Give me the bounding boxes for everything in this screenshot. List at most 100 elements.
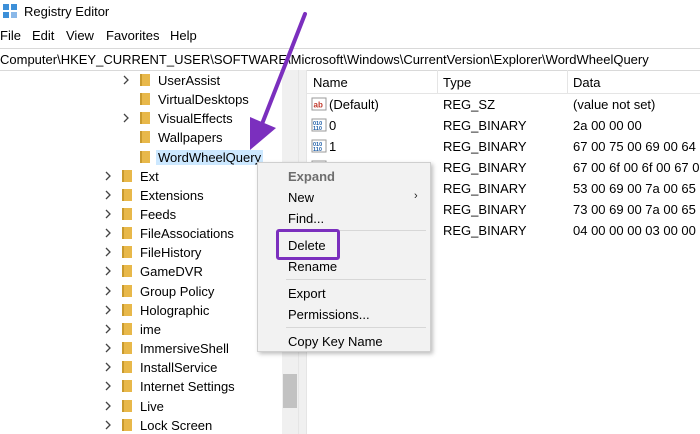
menu-file[interactable]: File bbox=[0, 28, 21, 43]
column-name[interactable]: Name bbox=[313, 75, 348, 90]
menu-help[interactable]: Help bbox=[170, 28, 197, 43]
column-divider[interactable] bbox=[437, 70, 438, 93]
tree-item-userassist[interactable]: UserAssist bbox=[0, 71, 280, 90]
delete-highlight-box bbox=[276, 229, 340, 260]
chevron-right-icon[interactable] bbox=[103, 419, 113, 431]
value-name: 0 bbox=[329, 118, 337, 133]
column-data[interactable]: Data bbox=[573, 75, 600, 90]
folder-icon bbox=[122, 227, 132, 239]
chevron-right-icon[interactable] bbox=[103, 400, 113, 412]
menu-find[interactable]: Find... bbox=[288, 211, 324, 226]
value-name: 1 bbox=[329, 139, 337, 154]
tree-item-ime[interactable]: ime bbox=[0, 320, 280, 339]
tree-item-label: Feeds bbox=[140, 207, 177, 222]
tree-item-label: Internet Settings bbox=[140, 379, 235, 394]
tree-item-extensions[interactable]: Extensions bbox=[0, 186, 280, 205]
menu-rename[interactable]: Rename bbox=[288, 259, 337, 274]
tree-item-virtualdesktops[interactable]: VirtualDesktops bbox=[0, 90, 280, 109]
column-type[interactable]: Type bbox=[443, 75, 471, 90]
chevron-right-icon[interactable] bbox=[121, 112, 131, 124]
tree-item-installservice[interactable]: InstallService bbox=[0, 358, 280, 377]
menu-export[interactable]: Export bbox=[288, 286, 326, 301]
menu-copy-key-name[interactable]: Copy Key Name bbox=[288, 334, 383, 349]
tree-item-label: ImmersiveShell bbox=[140, 341, 229, 356]
tree-item-label: WordWheelQuery bbox=[156, 150, 264, 165]
title-bar: Registry Editor bbox=[0, 0, 700, 24]
tree-item-immersiveshell[interactable]: ImmersiveShell bbox=[0, 339, 280, 358]
value-type: REG_BINARY bbox=[443, 223, 527, 238]
chevron-right-icon[interactable] bbox=[103, 208, 113, 220]
tree-item-label: Extensions bbox=[140, 188, 204, 203]
tree-item-internet-settings[interactable]: Internet Settings bbox=[0, 377, 280, 396]
tree-item-label: Live bbox=[140, 399, 164, 414]
menu-expand[interactable]: Expand bbox=[288, 169, 335, 184]
tree-item-wordwheelquery[interactable]: WordWheelQuery bbox=[0, 148, 280, 167]
tree-item-label: Lock Screen bbox=[140, 418, 213, 433]
tree-item-label: Ext bbox=[140, 169, 159, 184]
value-type: REG_SZ bbox=[443, 97, 496, 112]
chevron-right-icon[interactable] bbox=[103, 342, 113, 354]
tree-item-label: InstallService bbox=[140, 360, 218, 375]
tree-item-wallpapers[interactable]: Wallpapers bbox=[0, 128, 280, 147]
tree-item-visualeffects[interactable]: VisualEffects bbox=[0, 109, 280, 128]
scrollbar-thumb[interactable] bbox=[283, 374, 297, 408]
menu-permissions[interactable]: Permissions... bbox=[288, 307, 370, 322]
key-tree[interactable]: UserAssist VirtualDesktops VisualEffects… bbox=[0, 70, 298, 434]
tree-item-gamedvr[interactable]: GameDVR bbox=[0, 262, 280, 281]
folder-icon bbox=[140, 74, 150, 86]
svg-text:110: 110 bbox=[313, 147, 322, 153]
svg-text:110: 110 bbox=[313, 126, 322, 132]
folder-icon bbox=[140, 131, 150, 143]
list-item[interactable]: 010 110 0 REG_BINARY 2a 00 00 00 bbox=[307, 115, 700, 136]
chevron-right-icon[interactable] bbox=[103, 227, 113, 239]
address-bar[interactable]: Computer\HKEY_CURRENT_USER\SOFTWARE\Micr… bbox=[0, 48, 700, 71]
list-item[interactable]: ab (Default) REG_SZ (value not set) bbox=[307, 94, 700, 115]
value-type: REG_BINARY bbox=[443, 139, 527, 154]
value-type: REG_BINARY bbox=[443, 181, 527, 196]
menu-edit[interactable]: Edit bbox=[32, 28, 54, 43]
string-value-icon: ab bbox=[311, 97, 327, 111]
tree-item-feeds[interactable]: Feeds bbox=[0, 205, 280, 224]
chevron-right-icon[interactable] bbox=[103, 323, 113, 335]
folder-icon bbox=[122, 265, 132, 277]
binary-value-icon: 010 110 bbox=[311, 139, 327, 153]
tree-item-fileassociations[interactable]: FileAssociations bbox=[0, 224, 280, 243]
folder-icon bbox=[122, 246, 132, 258]
registry-editor-icon bbox=[3, 4, 17, 18]
chevron-right-icon[interactable] bbox=[103, 285, 113, 297]
column-divider[interactable] bbox=[567, 70, 568, 93]
chevron-right-icon[interactable] bbox=[103, 170, 113, 182]
folder-icon bbox=[140, 151, 150, 163]
tree-item-lock-screen[interactable]: Lock Screen bbox=[0, 416, 280, 434]
value-type: REG_BINARY bbox=[443, 202, 527, 217]
address-path[interactable]: Computer\HKEY_CURRENT_USER\SOFTWARE\Micr… bbox=[0, 52, 649, 67]
folder-icon bbox=[122, 342, 132, 354]
tree-item-group-policy[interactable]: Group Policy bbox=[0, 282, 280, 301]
tree-item-filehistory[interactable]: FileHistory bbox=[0, 243, 280, 262]
value-data: 2a 00 00 00 bbox=[573, 118, 642, 133]
tree-item-live[interactable]: Live bbox=[0, 397, 280, 416]
menu-new[interactable]: New bbox=[288, 190, 314, 205]
chevron-right-icon[interactable] bbox=[103, 304, 113, 316]
tree-item-label: VisualEffects bbox=[158, 111, 233, 126]
folder-icon bbox=[122, 285, 132, 297]
list-header: Name Type Data bbox=[307, 70, 700, 94]
menu-favorites[interactable]: Favorites bbox=[106, 28, 159, 43]
chevron-right-icon[interactable] bbox=[103, 246, 113, 258]
folder-icon bbox=[122, 400, 132, 412]
window-title: Registry Editor bbox=[24, 4, 110, 19]
list-item[interactable]: 010 110 1 REG_BINARY 67 00 75 00 69 00 6… bbox=[307, 136, 700, 157]
svg-text:ab: ab bbox=[314, 101, 323, 110]
menu-view[interactable]: View bbox=[66, 28, 94, 43]
chevron-right-icon[interactable] bbox=[103, 380, 113, 392]
chevron-right-icon[interactable] bbox=[121, 74, 131, 86]
tree-item-holographic[interactable]: Holographic bbox=[0, 301, 280, 320]
chevron-right-icon[interactable] bbox=[103, 265, 113, 277]
folder-icon bbox=[122, 208, 132, 220]
chevron-right-icon[interactable] bbox=[103, 189, 113, 201]
tree-item-ext[interactable]: Ext bbox=[0, 167, 280, 186]
value-data: 04 00 00 00 03 00 00 00 bbox=[573, 223, 700, 238]
folder-icon bbox=[122, 170, 132, 182]
chevron-right-icon[interactable] bbox=[103, 361, 113, 373]
tree-item-label: Wallpapers bbox=[158, 130, 223, 145]
